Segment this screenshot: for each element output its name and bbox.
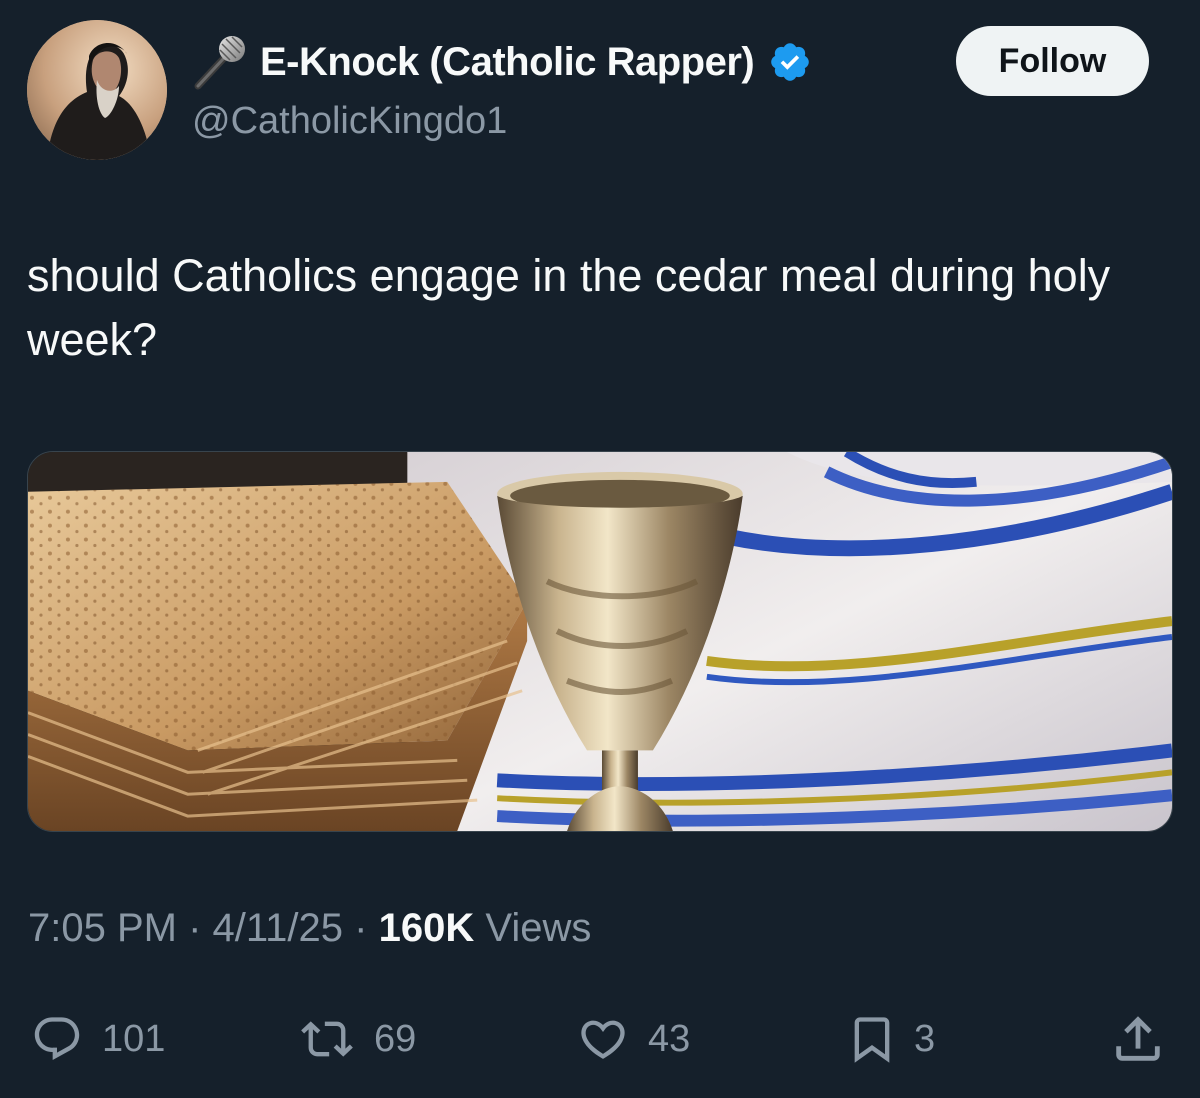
reply-icon: [34, 1017, 80, 1061]
reply-button[interactable]: 101: [28, 1004, 165, 1074]
repost-icon: [301, 1021, 353, 1057]
tweet-text: should Catholics engage in the cedar mea…: [27, 250, 1111, 365]
avatar-image: [27, 20, 167, 160]
repost-button[interactable]: 69: [296, 1004, 416, 1074]
microphone-icon: [194, 36, 245, 90]
tweet-date[interactable]: 4/11/25: [213, 906, 344, 950]
views-count: 160K: [378, 906, 475, 950]
tweet-action-bar: 101 69 43 3: [0, 1004, 1200, 1074]
views-label: Views: [485, 906, 592, 950]
tweet-media-image[interactable]: [27, 451, 1173, 832]
author-display-name[interactable]: E-Knock (Catholic Rapper): [260, 40, 755, 85]
share-button[interactable]: [1108, 1004, 1168, 1074]
tweet-meta: 7:05 PM · 4/11/25 · 160K Views: [28, 906, 591, 951]
bookmark-button[interactable]: 3: [846, 1004, 935, 1074]
share-icon: [1116, 1016, 1160, 1061]
matzah-kiddush-cup-tallit-photo: [28, 452, 1172, 831]
meta-separator: ·: [188, 906, 202, 950]
like-button[interactable]: 43: [574, 1004, 690, 1074]
author-name-row: E-Knock (Catholic Rapper): [190, 34, 812, 90]
repost-count: 69: [374, 1017, 417, 1060]
reply-count: 101: [102, 1017, 166, 1060]
heart-icon: [581, 1020, 625, 1059]
meta-separator: ·: [354, 906, 368, 950]
like-count: 43: [648, 1017, 691, 1060]
bookmark-icon: [854, 1017, 890, 1063]
author-handle[interactable]: @CatholicKingdo1: [192, 100, 507, 143]
bookmark-count: 3: [914, 1017, 936, 1060]
tweet-time[interactable]: 7:05 PM: [28, 906, 177, 950]
verified-badge-icon: [771, 43, 810, 81]
follow-button[interactable]: Follow: [956, 26, 1149, 96]
avatar[interactable]: [27, 20, 167, 160]
